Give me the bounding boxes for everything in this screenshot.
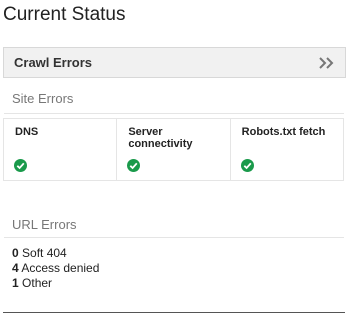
- page-title: Current Status: [3, 4, 126, 25]
- url-error-label: Other: [22, 276, 53, 290]
- check-circle-icon: [240, 159, 254, 172]
- double-chevron-right-icon[interactable]: [317, 55, 337, 71]
- url-error-label: Access denied: [21, 261, 100, 275]
- url-error-row-access-denied[interactable]: 4 Access denied: [12, 261, 99, 276]
- url-error-row-other[interactable]: 1 Other: [12, 276, 99, 291]
- url-error-count: 1: [12, 276, 19, 290]
- site-error-cell-robots-txt-fetch[interactable]: Robots.txt fetch: [231, 119, 344, 180]
- section-divider: [4, 237, 344, 238]
- url-error-count: 4: [12, 261, 19, 275]
- crawl-errors-label: Crawl Errors: [14, 55, 93, 70]
- site-errors-heading: Site Errors: [12, 91, 74, 106]
- site-errors-grid: DNS Server connectivity Robots.txt fetch: [3, 118, 344, 181]
- url-error-count: 0: [12, 246, 19, 260]
- check-circle-icon: [14, 159, 27, 172]
- check-circle-icon: [127, 159, 141, 172]
- crawl-errors-header[interactable]: Crawl Errors: [3, 47, 346, 78]
- url-error-row-soft-404[interactable]: 0 Soft 404: [12, 246, 99, 261]
- url-errors-heading: URL Errors: [12, 217, 77, 232]
- site-error-cell-server-connectivity[interactable]: Server connectivity: [117, 119, 231, 180]
- url-error-label: Soft 404: [22, 246, 67, 260]
- section-divider: [4, 113, 344, 114]
- site-error-label: DNS: [15, 126, 39, 138]
- bottom-divider: [3, 312, 345, 313]
- site-error-label: Robots.txt fetch: [241, 126, 326, 138]
- url-errors-list: 0 Soft 404 4 Access denied 1 Other: [12, 246, 99, 291]
- site-error-cell-dns[interactable]: DNS: [3, 119, 118, 180]
- site-error-label: Server connectivity: [128, 126, 193, 150]
